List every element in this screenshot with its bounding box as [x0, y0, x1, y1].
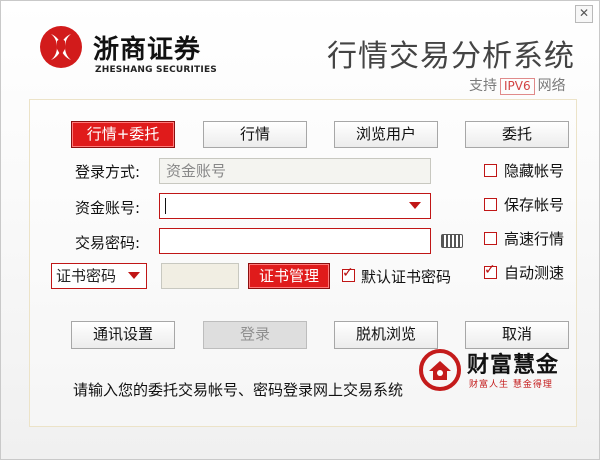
- offline-browse-button[interactable]: 脱机浏览: [334, 321, 438, 349]
- ipv6-suffix: 网络: [537, 78, 566, 94]
- cert-manage-button[interactable]: 证书管理: [248, 263, 330, 289]
- password-field[interactable]: [159, 228, 431, 254]
- keyboard-icon[interactable]: [441, 234, 463, 248]
- tab-trade[interactable]: 委托: [465, 121, 569, 148]
- watermark-subtitle: 财富人生 慧金得理: [469, 380, 553, 390]
- status-message: 请输入您的委托交易帐号、密码登录网上交易系统: [73, 381, 404, 399]
- brand-name-en: ZHESHANG SECURITIES: [95, 65, 217, 75]
- login-method-label: 登录方式:: [75, 163, 141, 181]
- check-icon: ✓: [342, 265, 354, 281]
- account-label: 资金账号:: [75, 199, 141, 217]
- ipv6-badge: IPV6: [500, 78, 535, 95]
- brand-name-cn: 浙商证券: [93, 35, 202, 65]
- watermark-icon: [419, 349, 461, 391]
- default-cert-label: 默认证书密码: [361, 268, 452, 286]
- chevron-down-icon[interactable]: [409, 202, 421, 209]
- login-window: ✕ 浙商证券 ZHESHANG SECURITIES 行情交易分析系统 支持 IP…: [0, 0, 600, 460]
- login-method-field: 资金账号: [159, 158, 431, 184]
- chevron-down-icon[interactable]: [128, 272, 140, 279]
- save-account-checkbox[interactable]: [484, 198, 497, 211]
- check-icon: ✓: [484, 262, 496, 278]
- close-icon: ✕: [578, 6, 590, 20]
- cert-type-value: 证书密码: [56, 267, 117, 285]
- password-label: 交易密码:: [75, 234, 141, 252]
- login-button[interactable]: 登录: [203, 321, 307, 349]
- default-cert-checkbox[interactable]: ✓: [342, 265, 355, 282]
- watermark-title: 财富慧金: [467, 353, 560, 378]
- ipv6-prefix: 支持: [469, 78, 497, 94]
- close-button[interactable]: ✕: [575, 5, 593, 23]
- tab-browse-users[interactable]: 浏览用户: [334, 121, 438, 148]
- tab-quote-and-trade[interactable]: 行情+委托: [71, 121, 175, 148]
- hide-account-label: 隐藏帐号: [504, 162, 565, 180]
- app-title: 行情交易分析系统: [327, 39, 575, 74]
- auto-speedtest-label: 自动测速: [504, 264, 565, 282]
- ipv6-support-note: 支持 IPV6 网络: [469, 75, 566, 95]
- fast-quote-checkbox[interactable]: [484, 232, 497, 245]
- watermark-logo: 财富慧金 财富人生 慧金得理: [419, 347, 579, 397]
- tab-quote[interactable]: 行情: [203, 121, 307, 148]
- text-caret: [165, 198, 166, 214]
- auto-speedtest-checkbox[interactable]: ✓: [484, 262, 497, 279]
- save-account-label: 保存帐号: [504, 196, 565, 214]
- zheshang-logo-icon: [40, 26, 82, 68]
- account-combobox[interactable]: [159, 193, 431, 219]
- fast-quote-label: 高速行情: [504, 230, 565, 248]
- comm-settings-button[interactable]: 通讯设置: [71, 321, 175, 349]
- hide-account-checkbox[interactable]: [484, 164, 497, 177]
- cancel-button[interactable]: 取消: [465, 321, 569, 349]
- cert-password-field[interactable]: [161, 263, 239, 289]
